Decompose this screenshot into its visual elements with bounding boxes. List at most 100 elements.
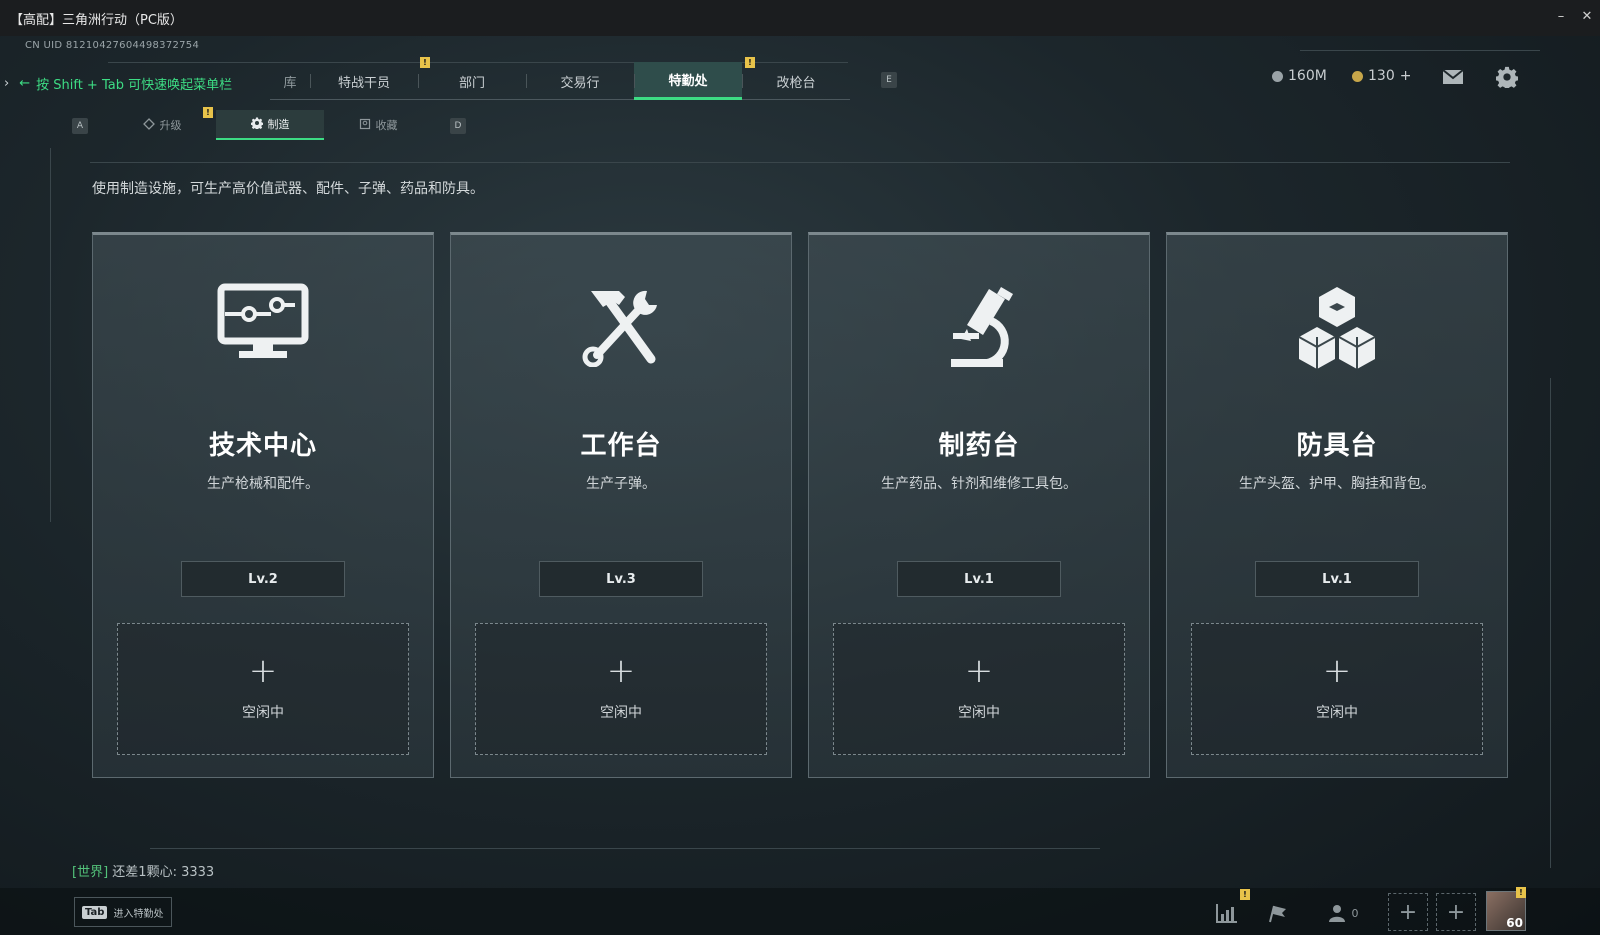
shortcut-hint-text: 按 Shift + Tab 可快速唤起菜单栏 [36,78,233,93]
gear-icon [250,117,263,132]
key-d-hint: D [450,118,466,134]
main-nav: 库 特战干员 部门 交易行 特勤处 改枪台 [270,62,850,100]
facility-title: 技术中心 [208,431,317,461]
operators-alert-badge: ! [420,57,430,68]
subtab-craft[interactable]: 制造 [216,110,324,140]
production-slot[interactable]: + 空闲中 [833,623,1125,755]
avatar-alert-badge: ! [1516,887,1526,898]
facility-subtitle: 生产头盔、护甲、胸挂和背包。 [1239,476,1435,492]
arrow-left-icon: ← [19,76,31,91]
flag-icon[interactable] [1260,896,1294,930]
left-deco-line [50,148,51,522]
add-team-slot-button[interactable]: + [1436,893,1476,931]
enter-special-ops-button[interactable]: Tab 进入特勤处 [74,897,172,927]
craft-description: 使用制造设施，可生产高价值武器、配件、子弹、药品和防具。 [92,181,484,197]
window-title: 【高配】三角洲行动（PC版） [10,12,183,28]
hammer-wrench-icon [451,283,791,373]
player-uid: CN UID 81210427604498372754 [25,40,200,51]
chat-channel: [世界] [72,865,109,880]
tab-market-label: 交易行 [560,75,600,91]
tab-market[interactable]: 交易行 [526,62,634,100]
facility-card-pharmacy[interactable]: 制药台 生产药品、针剂和维修工具包。 Lv.1 + 空闲中 [808,232,1150,778]
world-chat-message[interactable]: [世界] 还差1颗心: 3333 [72,861,214,880]
subtab-upgrade[interactable]: 升级 [108,110,216,140]
window-title-bar: 【高配】三角洲行动（PC版） – ✕ [0,0,1600,36]
facility-title: 工作台 [580,431,662,461]
subtab-upgrade-label: 升级 [159,119,182,132]
facility-level-button[interactable]: Lv.1 [897,561,1061,597]
window-controls: – ✕ [1548,0,1600,36]
tab-key-chip: Tab [82,905,108,919]
tab-operators-label: 特战干员 [337,75,390,91]
add-icon: + [964,651,994,691]
subtab-craft-label: 制造 [267,118,290,131]
settings-gear-icon[interactable] [1494,66,1520,88]
facility-level-button[interactable]: Lv.3 [539,561,703,597]
add-icon: + [248,651,278,691]
enter-special-ops-label: 进入特勤处 [113,908,164,920]
tab-department[interactable]: 部门 [418,62,526,100]
section-divider [90,162,1510,163]
facility-title: 制药台 [938,431,1020,461]
monitor-icon [93,283,433,373]
right-deco-line [1550,378,1551,868]
top-right-deco-line [1300,50,1540,51]
shortcut-hint[interactable]: › ← 按 Shift + Tab 可快速唤起菜单栏 [4,74,232,93]
collection-icon [359,118,371,133]
tab-gunsmith-label: 改枪台 [776,75,816,91]
gold-coin-icon [1352,70,1363,82]
facility-card-tech-center[interactable]: 技术中心 生产枪械和配件。 Lv.2 + 空闲中 [92,232,434,778]
facility-level-button[interactable]: Lv.2 [181,561,345,597]
tab-gunsmith[interactable]: 改枪台 [742,62,850,100]
silver-coin-icon [1272,70,1283,82]
chat-value: 3333 [181,865,215,880]
tab-special-ops[interactable]: 特勤处 [634,62,742,100]
tab-department-label: 部门 [458,75,485,91]
stats-alert-badge: ! [1240,889,1250,900]
cubes-icon [1167,283,1507,373]
silver-currency[interactable]: 160M [1272,68,1327,84]
gold-add-button[interactable]: + [1400,68,1412,84]
minimize-button[interactable]: – [1548,0,1574,32]
facility-subtitle: 生产药品、针剂和维修工具包。 [881,476,1077,492]
bottom-deco-line [150,848,1100,849]
key-e-hint: E [881,72,897,88]
facility-subtitle: 生产枪械和配件。 [207,476,319,492]
gold-currency[interactable]: 130 + [1352,68,1411,84]
mail-icon[interactable] [1440,66,1466,88]
facility-subtitle: 生产子弹。 [586,476,656,492]
chat-text: 还差1颗心: [112,865,182,880]
upgrade-alert-badge: ! [203,107,213,118]
player-level: 60 [1506,916,1523,930]
tab-warehouse[interactable]: 库 [270,62,310,100]
microscope-icon [809,283,1149,373]
upgrade-icon [142,117,155,133]
add-icon: + [606,651,636,691]
close-button[interactable]: ✕ [1574,0,1600,32]
slot-status: 空闲中 [600,705,642,721]
facility-card-workbench[interactable]: 工作台 生产子弹。 Lv.3 + 空闲中 [450,232,792,778]
special-ops-alert-badge: ! [745,57,755,68]
facility-level-button[interactable]: Lv.1 [1255,561,1419,597]
sub-tabs: 升级 制造 收藏 [108,110,432,140]
subtab-collection[interactable]: 收藏 [324,110,432,140]
add-icon: + [1322,651,1352,691]
friends-button[interactable]: 0 [1320,896,1366,930]
slot-status: 空闲中 [958,705,1000,721]
production-slot[interactable]: + 空闲中 [117,623,409,755]
facility-title: 防具台 [1296,431,1378,461]
production-slot[interactable]: + 空闲中 [1191,623,1483,755]
tab-operators[interactable]: 特战干员 [310,62,418,100]
slot-status: 空闲中 [1316,705,1358,721]
subtab-collection-label: 收藏 [375,119,398,132]
key-a-hint: A [72,118,88,134]
silver-amount: 160M [1288,68,1327,84]
facility-card-armor[interactable]: 防具台 生产头盔、护甲、胸挂和背包。 Lv.1 + 空闲中 [1166,232,1508,778]
friends-count: 0 [1351,906,1359,920]
chevron-right-icon: › [4,76,10,91]
stats-chart-icon[interactable] [1210,896,1244,930]
add-team-slot-button[interactable]: + [1388,893,1428,931]
production-slot[interactable]: + 空闲中 [475,623,767,755]
tab-warehouse-label: 库 [283,75,297,91]
slot-status: 空闲中 [242,705,284,721]
